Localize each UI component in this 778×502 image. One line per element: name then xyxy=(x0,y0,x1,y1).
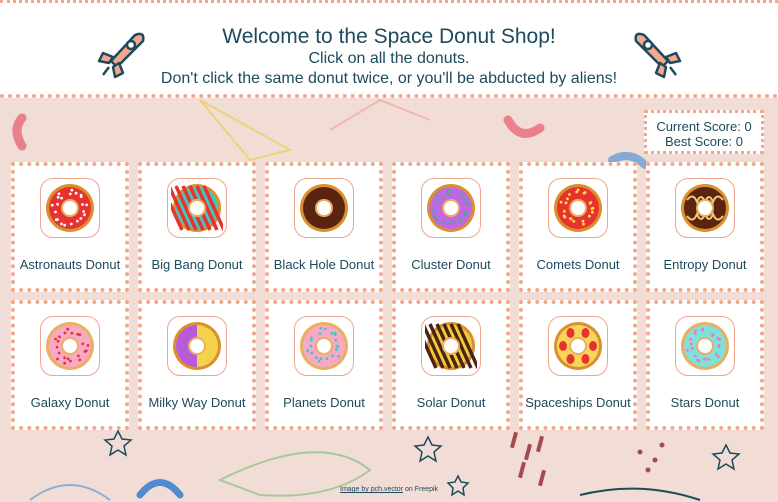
donut-icon xyxy=(171,184,223,232)
donut-card[interactable]: Comets Donut xyxy=(519,162,637,292)
donut-name: Planets Donut xyxy=(283,394,365,410)
donut-card[interactable]: Entropy Donut xyxy=(646,162,764,292)
donut-card[interactable]: Stars Donut xyxy=(646,300,764,430)
credit-suffix: on Freepik xyxy=(403,486,439,493)
donut-image-frame xyxy=(675,178,735,238)
score-panel: Current Score: 0 Best Score: 0 xyxy=(644,110,764,154)
donut-name: Galaxy Donut xyxy=(30,394,110,410)
current-score: Current Score: 0 xyxy=(656,119,752,134)
rocket-icon xyxy=(634,32,682,79)
donut-image-frame xyxy=(548,178,608,238)
donut-image-frame xyxy=(421,316,481,376)
donut-name: Stars Donut xyxy=(670,394,740,410)
credit-link[interactable]: Image by pch.vector xyxy=(340,486,403,493)
donut-icon xyxy=(427,184,475,232)
donut-name: Comets Donut xyxy=(536,256,620,272)
donut-card[interactable]: Big Bang Donut xyxy=(138,162,256,292)
donut-image-frame xyxy=(548,316,608,376)
donut-name: Milky Way Donut xyxy=(148,394,246,410)
donut-grid: Astronauts Donut Big Bang Donut Black Hole… xyxy=(11,162,764,430)
donut-name: Solar Donut xyxy=(416,394,486,410)
donut-icon xyxy=(425,322,477,370)
donut-card[interactable]: Cluster Donut xyxy=(392,162,510,292)
donut-card[interactable]: Galaxy Donut xyxy=(11,300,129,430)
donut-card[interactable]: Solar Donut xyxy=(392,300,510,430)
donut-icon xyxy=(300,322,348,370)
donut-card[interactable]: Milky Way Donut xyxy=(138,300,256,430)
donut-name: Cluster Donut xyxy=(411,256,491,272)
donut-icon xyxy=(554,184,602,232)
donut-icon xyxy=(173,322,221,370)
donut-image-frame xyxy=(294,316,354,376)
image-credit: Image by pch.vector on Freepik xyxy=(340,486,438,493)
donut-card[interactable]: Black Hole Donut xyxy=(265,162,383,292)
welcome-banner: Welcome to the Space Donut Shop! Click o… xyxy=(0,0,778,98)
donut-image-frame xyxy=(167,178,227,238)
donut-icon xyxy=(46,322,94,370)
donut-icon xyxy=(300,184,348,232)
donut-image-frame xyxy=(421,178,481,238)
donut-name: Spaceships Donut xyxy=(525,394,631,410)
donut-card[interactable]: Spaceships Donut xyxy=(519,300,637,430)
donut-name: Big Bang Donut xyxy=(151,256,243,272)
donut-image-frame xyxy=(294,178,354,238)
donut-name: Astronauts Donut xyxy=(19,256,121,272)
donut-card[interactable]: Astronauts Donut xyxy=(11,162,129,292)
donut-image-frame xyxy=(675,316,735,376)
donut-name: Black Hole Donut xyxy=(273,256,375,272)
donut-icon xyxy=(554,322,602,370)
best-score: Best Score: 0 xyxy=(664,134,744,149)
donut-name: Entropy Donut xyxy=(663,256,747,272)
donut-icon xyxy=(681,322,729,370)
donut-image-frame xyxy=(40,178,100,238)
rocket-icon xyxy=(97,32,145,79)
donut-card[interactable]: Planets Donut xyxy=(265,300,383,430)
donut-image-frame xyxy=(167,316,227,376)
donut-icon xyxy=(46,184,94,232)
donut-image-frame xyxy=(40,316,100,376)
donut-icon xyxy=(681,184,729,232)
